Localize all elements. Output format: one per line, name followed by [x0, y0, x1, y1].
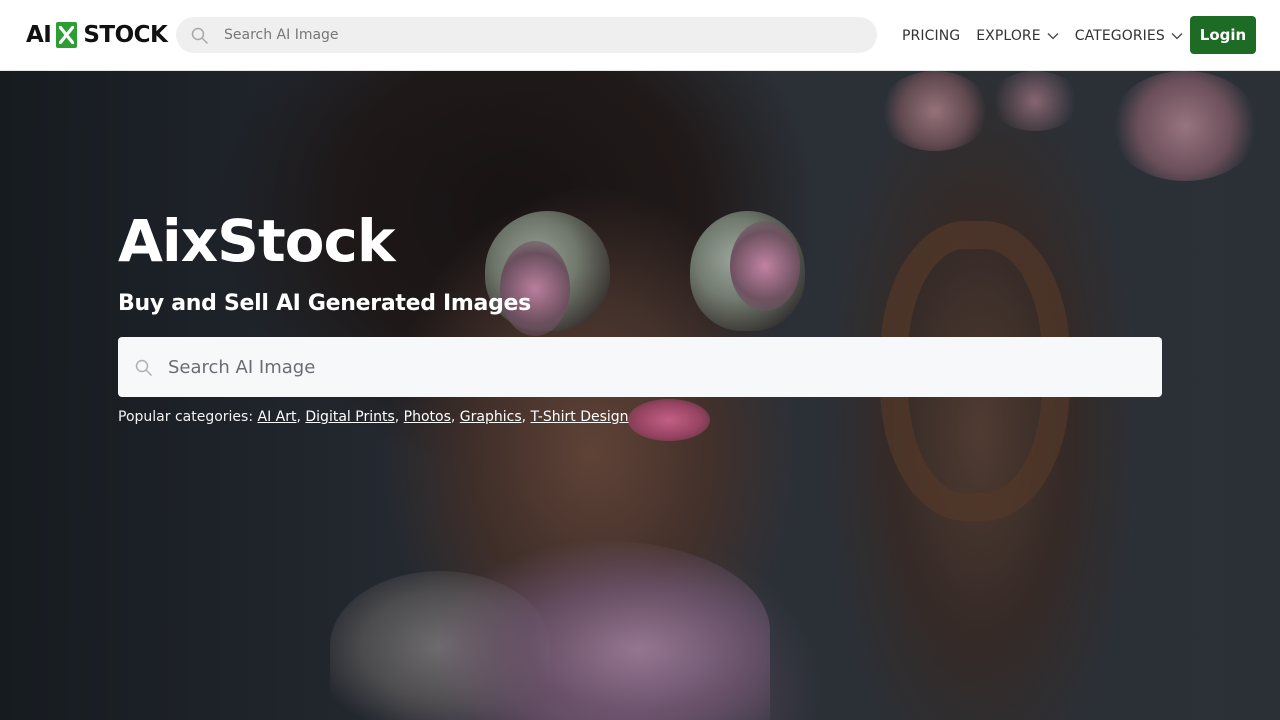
- site-logo[interactable]: AI STOCK: [26, 22, 168, 48]
- site-header: AI STOCK PRICING EXPLORE CATEGORIES: [0, 0, 1280, 71]
- popular-categories: Popular categories: AI Art, Digital Prin…: [118, 409, 629, 425]
- category-link-ai-art[interactable]: AI Art: [258, 409, 297, 425]
- x-icon: [56, 22, 78, 48]
- nav-pricing[interactable]: PRICING: [902, 28, 960, 44]
- hero-title: AixStock: [118, 207, 395, 275]
- header-search-bar: [176, 17, 877, 53]
- search-icon: [191, 27, 209, 45]
- search-icon: [135, 359, 153, 377]
- logo-text-left: AI: [26, 22, 52, 48]
- hero-subtitle: Buy and Sell AI Generated Images: [118, 291, 531, 316]
- popular-categories-label: Popular categories:: [118, 409, 254, 425]
- nav-categories[interactable]: CATEGORIES: [1075, 28, 1183, 44]
- nav-explore-label: EXPLORE: [976, 27, 1041, 44]
- nav-pricing-label: PRICING: [902, 27, 961, 44]
- category-link-photos[interactable]: Photos: [404, 409, 451, 425]
- hero-search-bar: [118, 337, 1162, 397]
- nav-explore[interactable]: EXPLORE: [976, 27, 1059, 44]
- category-link-digital-prints[interactable]: Digital Prints: [305, 409, 394, 425]
- nav-categories-label: CATEGORIES: [1074, 27, 1165, 44]
- login-button[interactable]: Login: [1190, 16, 1256, 54]
- chevron-down-icon: [1171, 32, 1183, 39]
- main-nav: PRICING EXPLORE CATEGORIES: [902, 0, 1199, 71]
- chevron-down-icon: [1047, 32, 1059, 39]
- hero-section: AixStock Buy and Sell AI Generated Image…: [0, 71, 1280, 720]
- header-search-input[interactable]: [224, 17, 864, 53]
- hero-search-input[interactable]: [168, 337, 1148, 397]
- category-link-graphics[interactable]: Graphics: [460, 409, 522, 425]
- logo-text-right: STOCK: [83, 22, 168, 48]
- category-link-t-shirt-design[interactable]: T-Shirt Design: [531, 409, 629, 425]
